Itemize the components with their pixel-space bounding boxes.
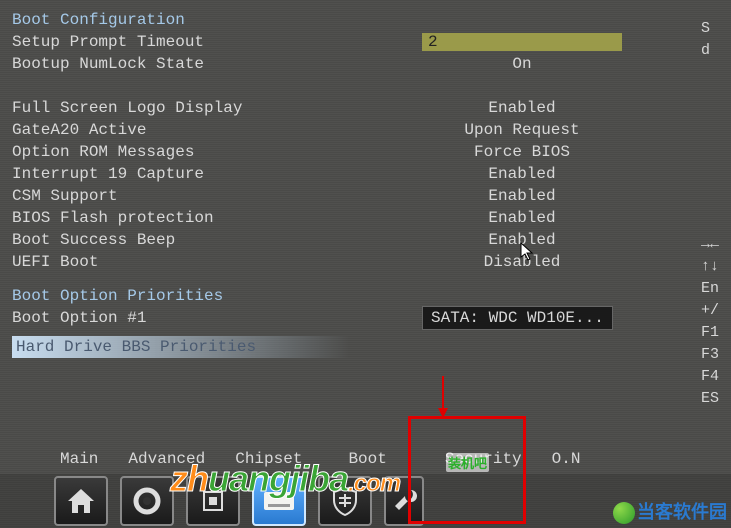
hard-drive-bbs-priorities[interactable]: Hard Drive BBS Priorities [12,336,387,358]
setting-row[interactable]: Boot Success Beep Enabled [12,230,731,250]
setting-row[interactable]: BIOS Flash protection Enabled [12,208,731,228]
setting-value[interactable]: Force BIOS [422,143,622,161]
tab-boot[interactable]: Boot [348,450,386,468]
boot-config-header: Boot Configuration [12,11,422,29]
setting-value[interactable]: Upon Request [422,121,622,139]
setting-label: Bootup NumLock State [12,55,422,73]
tab-one[interactable]: O.N [552,450,581,468]
setting-label: Interrupt 19 Capture [12,165,422,183]
shield-icon[interactable] [318,476,372,526]
setting-label: Boot Success Beep [12,231,422,249]
setting-row[interactable]: Full Screen Logo Display Enabled [12,98,731,118]
tab-advanced[interactable]: Advanced [128,450,205,468]
section-header-boot-priorities: Boot Option Priorities [12,286,731,306]
hint: →← [701,236,731,256]
annotation-arrow [442,376,444,416]
hint: F4 [701,368,731,388]
hint: d [701,42,731,62]
setting-row[interactable]: Option ROM Messages Force BIOS [12,142,731,162]
tab-bar: Main Advanced Chipset Boot Security O.N [0,450,731,472]
setting-value[interactable]: Enabled [422,99,622,117]
setting-label: CSM Support [12,187,422,205]
setting-value[interactable]: Enabled [422,165,622,183]
setting-label: Setup Prompt Timeout [12,33,422,51]
setting-label: GateA20 Active [12,121,422,139]
home-icon[interactable] [54,476,108,526]
setting-label: Full Screen Logo Display [12,99,422,117]
setting-value[interactable]: Enabled [422,231,622,249]
gear-icon[interactable] [120,476,174,526]
setting-row[interactable]: Setup Prompt Timeout 2 [12,32,731,52]
hint: ES [701,390,731,410]
hint: F1 [701,324,731,344]
setting-row[interactable]: Bootup NumLock State On [12,54,731,74]
hint: En [701,280,731,300]
boot-option-label: Boot Option #1 [12,309,422,327]
hint: S [701,20,731,40]
chip-icon[interactable] [186,476,240,526]
hint: F3 [701,346,731,366]
highlighted-row-label: Hard Drive BBS Priorities [16,338,256,356]
tab-security[interactable]: Security [445,450,522,468]
setting-row-blank [12,76,731,96]
setting-value[interactable]: Disabled [422,253,622,271]
setting-row[interactable]: Interrupt 19 Capture Enabled [12,164,731,184]
setting-value[interactable]: On [422,55,622,73]
hint: ↑↓ [701,258,731,278]
section-header-boot-config: Boot Configuration [12,10,731,30]
setting-row[interactable]: GateA20 Active Upon Request [12,120,731,140]
boot-option-row[interactable]: Boot Option #1 SATA: WDC WD10E... [12,308,731,328]
setting-value-selected[interactable]: 2 [422,33,622,51]
tab-main[interactable]: Main [60,450,98,468]
setting-value[interactable]: Enabled [422,209,622,227]
setting-label: UEFI Boot [12,253,422,271]
setting-value[interactable]: Enabled [422,187,622,205]
boot-priorities-header: Boot Option Priorities [12,287,422,305]
disk-icon[interactable] [252,476,306,526]
wrench-icon[interactable] [384,476,424,526]
boot-option-value[interactable]: SATA: WDC WD10E... [422,306,613,330]
setting-row[interactable]: CSM Support Enabled [12,186,731,206]
help-key-strip: S d →← ↑↓ En +/ F1 F3 F4 ES [701,0,731,420]
bios-screen: Boot Configuration Setup Prompt Timeout … [0,0,731,528]
tab-icon-row [0,474,731,528]
setting-label: BIOS Flash protection [12,209,422,227]
setting-label: Option ROM Messages [12,143,422,161]
hint: +/ [701,302,731,322]
setting-row[interactable]: UEFI Boot Disabled [12,252,731,272]
tab-chipset[interactable]: Chipset [235,450,302,468]
